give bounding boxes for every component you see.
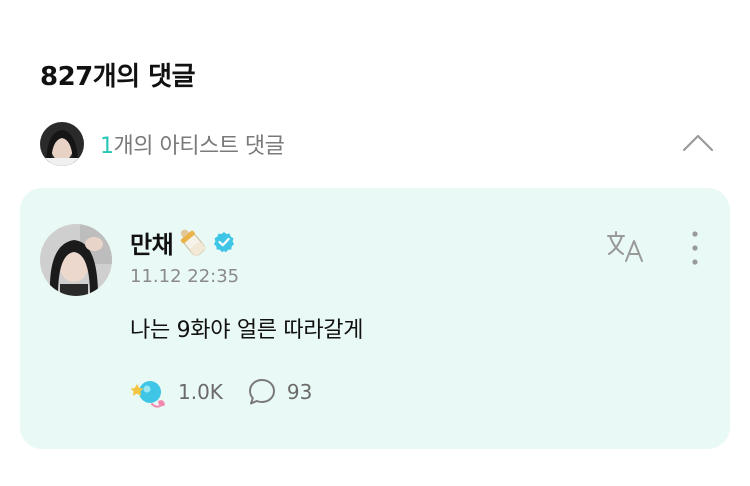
comment-body: 나는 9화야 얼른 따라갈게 — [130, 318, 364, 343]
artist-mini-avatar — [40, 122, 84, 166]
artist-comments-label: 1개의 아티스트 댓글 — [100, 128, 285, 160]
chevron-up-icon[interactable] — [681, 128, 715, 158]
comments-count-title: 827개의 댓글 — [40, 62, 196, 92]
artist-comments-label-text: 개의 아티스트 댓글 — [113, 134, 285, 159]
author-row: 만채 — [130, 225, 235, 260]
reply-bubble-icon[interactable] — [247, 377, 277, 407]
comment-timestamp: 11.12 22:35 — [130, 266, 240, 287]
baby-bottle-icon — [175, 226, 209, 258]
author-name[interactable]: 만채 — [130, 225, 174, 260]
artist-comment-card: 만채 11.12 22:35 나는 9화야 얼른 따라갈게 1.0K 93 — [20, 188, 730, 449]
like-count: 1.0K — [178, 380, 223, 404]
artist-comments-section-header[interactable]: 1개의 아티스트 댓글 — [40, 122, 715, 166]
reply-count: 93 — [286, 380, 313, 404]
author-avatar[interactable] — [40, 224, 112, 296]
artist-comments-count: 1 — [100, 134, 114, 159]
verified-badge-icon — [213, 231, 235, 253]
like-reaction-icon[interactable] — [130, 374, 168, 410]
more-vertical-icon[interactable] — [684, 228, 706, 268]
comment-actions: 1.0K 93 — [130, 374, 312, 410]
translate-icon[interactable] — [606, 230, 648, 264]
